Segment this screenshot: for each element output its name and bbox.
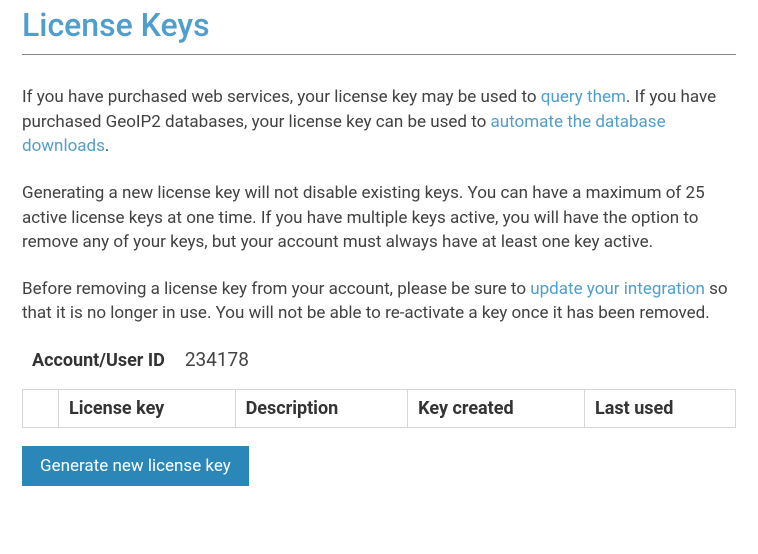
account-id-value: 234178	[185, 348, 249, 371]
page-title: License Keys	[22, 6, 736, 55]
intro-p3-before: Before removing a license key from your …	[22, 279, 530, 299]
generate-license-key-button[interactable]: Generate new license key	[22, 446, 249, 486]
col-license-key: License key	[59, 390, 236, 428]
account-row: Account/User ID 234178	[32, 348, 732, 371]
table-header-row: License key Description Key created Last…	[23, 390, 736, 428]
license-keys-table: License key Description Key created Last…	[22, 389, 736, 428]
intro-paragraph-3: Before removing a license key from your …	[22, 277, 736, 326]
intro-p1-before: If you have purchased web services, your…	[22, 87, 541, 107]
account-id-label: Account/User ID	[32, 350, 165, 371]
intro-paragraph-1: If you have purchased web services, your…	[22, 85, 736, 159]
intro-p1-after: .	[105, 136, 109, 156]
intro-paragraph-2: Generating a new license key will not di…	[22, 181, 736, 255]
col-last-used: Last used	[585, 390, 736, 428]
col-description: Description	[235, 390, 408, 428]
query-them-link[interactable]: query them	[541, 87, 626, 107]
col-blank	[23, 390, 59, 428]
col-key-created: Key created	[408, 390, 585, 428]
update-integration-link[interactable]: update your integration	[530, 279, 705, 299]
